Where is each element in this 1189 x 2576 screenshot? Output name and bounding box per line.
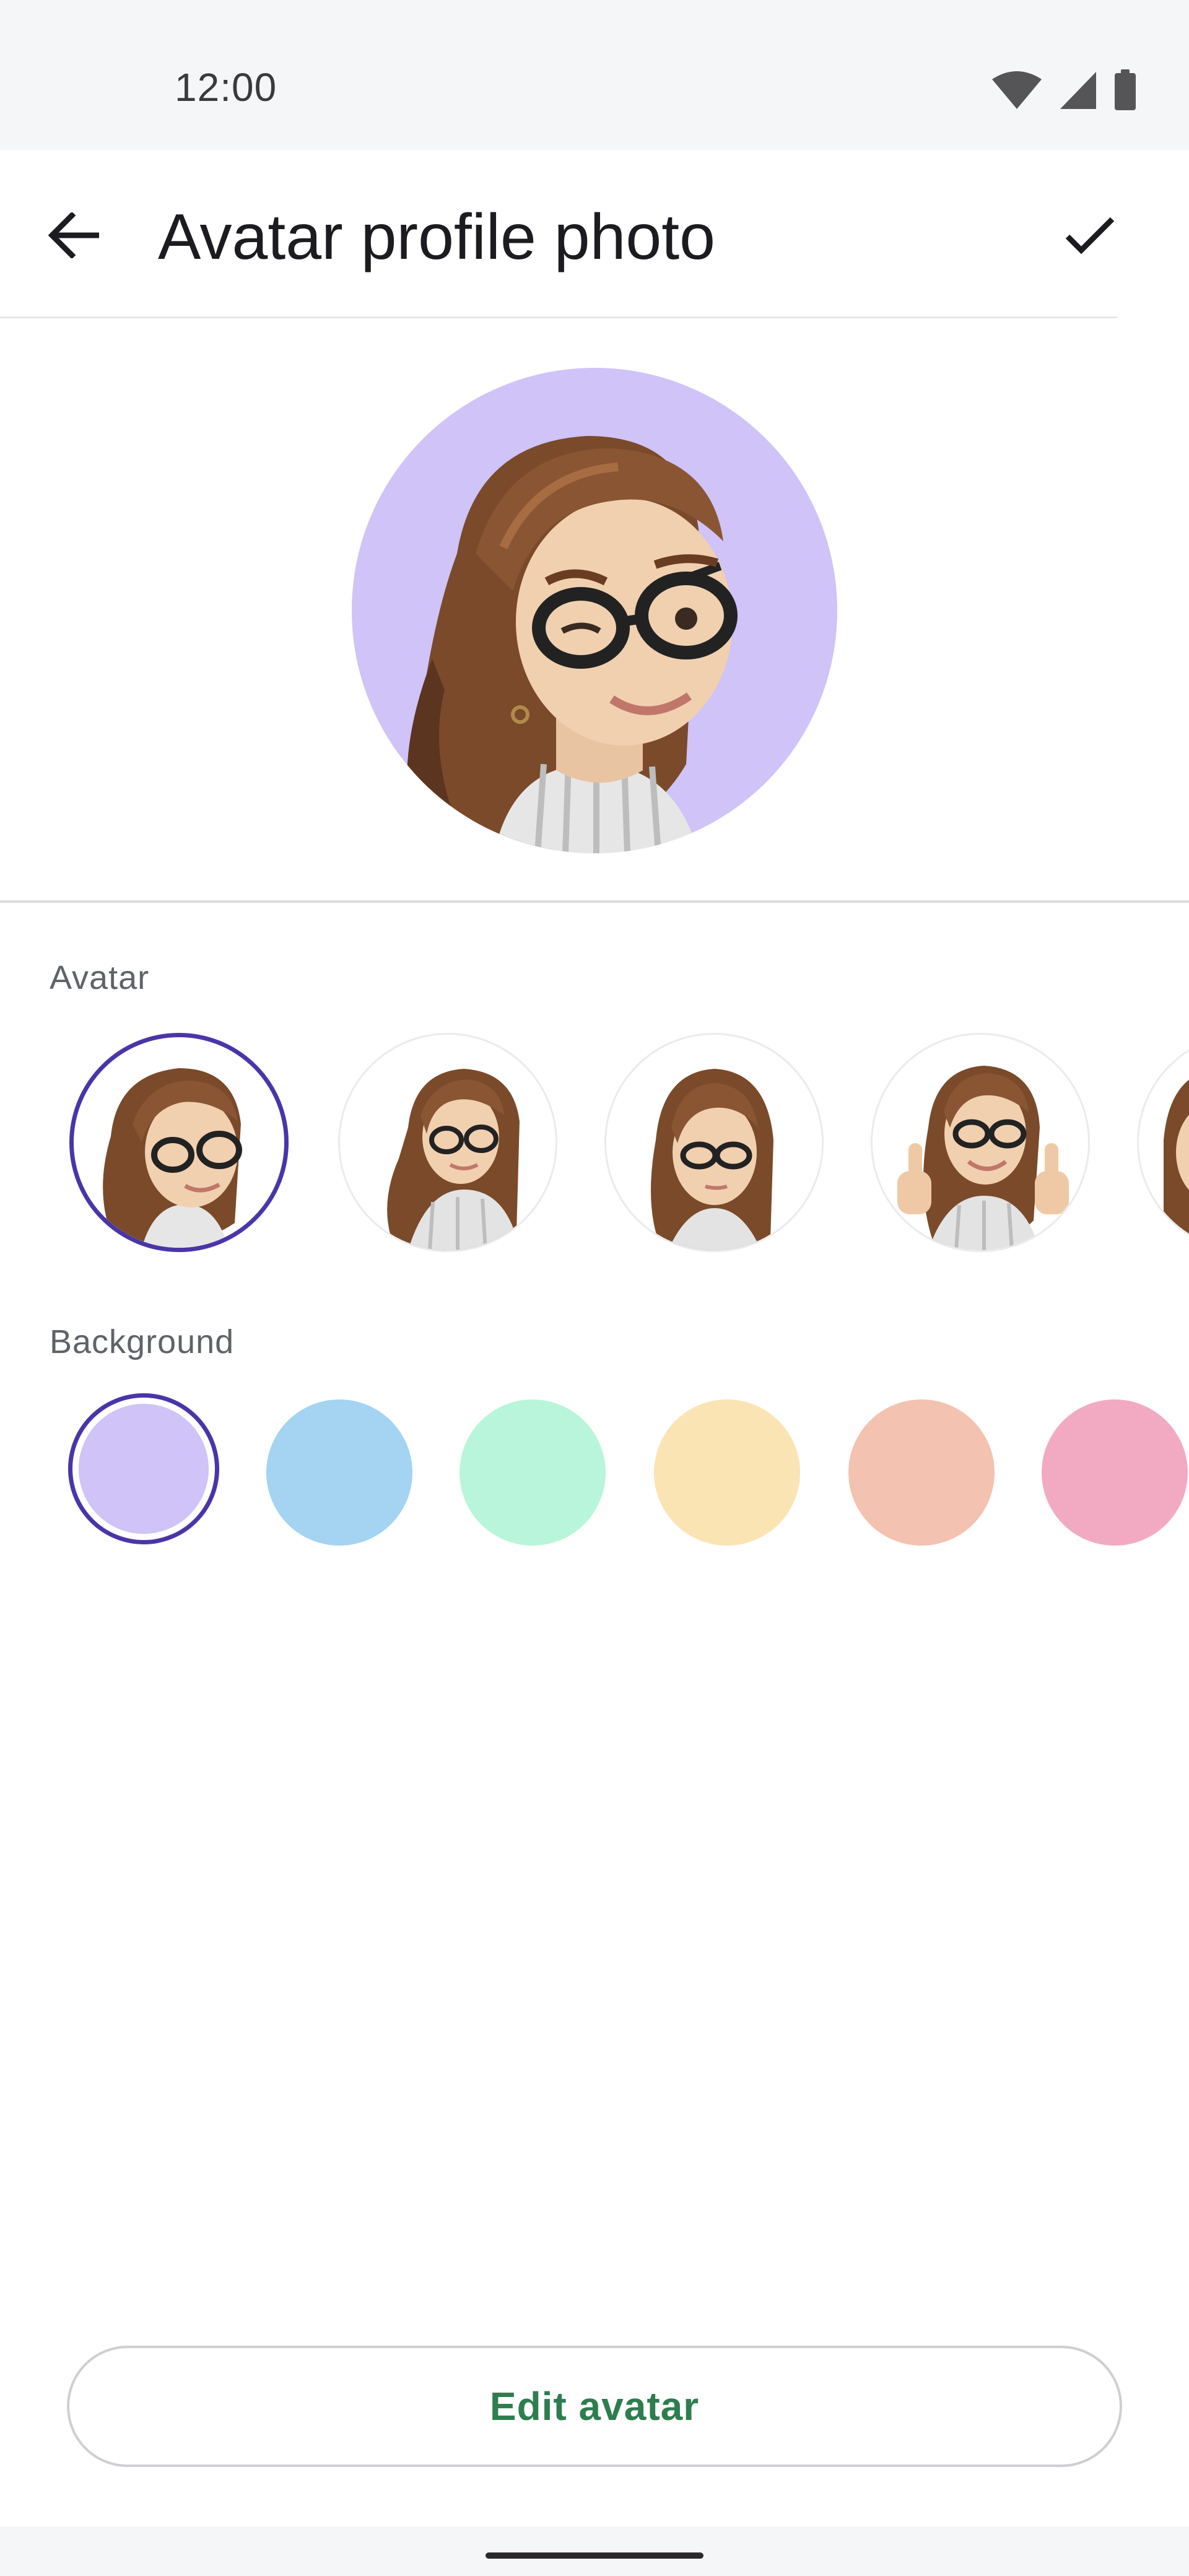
- wifi-icon: [991, 71, 1043, 113]
- background-swatch-3[interactable]: [459, 1399, 606, 1546]
- check-icon: [1064, 215, 1116, 258]
- background-swatches-row: [0, 1393, 1189, 1546]
- signal-icon: [1059, 71, 1097, 113]
- status-bar: 12:00: [0, 0, 1189, 150]
- swatch-fill: [79, 1404, 209, 1534]
- arrow-back-icon: [47, 211, 100, 261]
- avatar-wink-image: [103, 1068, 242, 1248]
- battery-icon: [1113, 69, 1137, 115]
- avatar-option-3[interactable]: [604, 1033, 824, 1252]
- avatar-thumbs-up-image: [897, 1066, 1069, 1250]
- avatar-lean-image: [387, 1069, 520, 1250]
- home-gesture-handle[interactable]: [486, 2552, 703, 2559]
- avatar-preview: [352, 368, 837, 853]
- avatar-options-row: [0, 1033, 1189, 1261]
- back-button[interactable]: [36, 199, 110, 274]
- background-swatch-4[interactable]: [654, 1399, 800, 1546]
- avatar-profile-photo-screen: 12:00 Avatar profile photo Avatar Backgr…: [0, 0, 1189, 2576]
- app-bar-divider: [0, 316, 1117, 318]
- page-title: Avatar profile photo: [158, 201, 715, 273]
- navigation-bar: [0, 2526, 1189, 2576]
- avatar-section-label: Avatar: [50, 959, 150, 996]
- avatar-neutral-image: [651, 1069, 773, 1250]
- avatar-partial-image: [1164, 1079, 1189, 1245]
- background-swatch-6[interactable]: [1042, 1399, 1188, 1546]
- background-section-label: Background: [50, 1323, 235, 1360]
- avatar-option-1[interactable]: [69, 1033, 289, 1252]
- confirm-button[interactable]: [1053, 199, 1127, 274]
- avatar-option-5[interactable]: [1137, 1033, 1189, 1252]
- section-divider: [0, 900, 1189, 903]
- avatar-option-2[interactable]: [338, 1033, 557, 1252]
- status-time: 12:00: [175, 65, 277, 110]
- edit-avatar-label: Edit avatar: [489, 2384, 700, 2429]
- status-icons: [991, 69, 1137, 115]
- avatar-option-4[interactable]: [871, 1033, 1090, 1252]
- app-bar: Avatar profile photo: [0, 150, 1189, 318]
- background-swatch-1[interactable]: [68, 1393, 219, 1544]
- background-swatch-2[interactable]: [266, 1399, 412, 1546]
- background-swatch-5[interactable]: [848, 1399, 995, 1546]
- edit-avatar-button[interactable]: Edit avatar: [67, 2346, 1122, 2467]
- avatar-preview-image: [407, 436, 738, 853]
